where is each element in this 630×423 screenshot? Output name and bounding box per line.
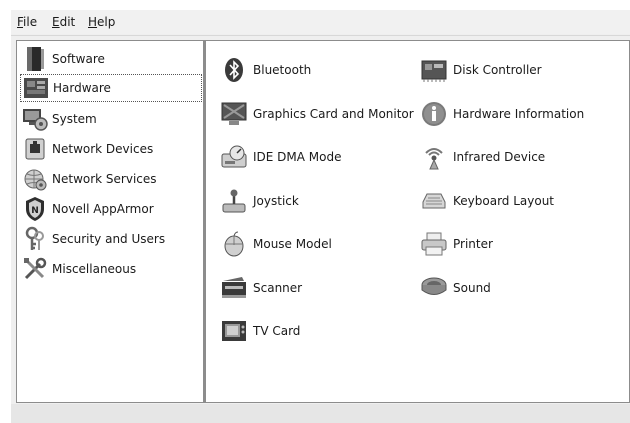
tv-card-icon — [220, 317, 248, 345]
menu-edit[interactable]: Edit — [52, 15, 75, 29]
category-label: Novell AppArmor — [52, 202, 154, 216]
module-label: IDE DMA Mode — [253, 150, 342, 164]
disk-controller-icon — [420, 56, 448, 84]
bluetooth-icon — [220, 56, 248, 84]
info-icon — [420, 100, 448, 128]
module-panel: Bluetooth Graphics Card and Monitor IDE … — [204, 40, 630, 403]
module-ide-dma-mode[interactable]: IDE DMA Mode — [220, 142, 342, 172]
network-devices-icon — [22, 136, 48, 162]
module-label: Mouse Model — [253, 237, 332, 251]
svg-text:N: N — [31, 206, 39, 216]
menu-file-label: ile — [23, 15, 38, 29]
network-services-icon — [22, 166, 48, 192]
category-security-and-users[interactable]: Security and Users — [20, 225, 202, 253]
menu-edit-mnemonic: E — [52, 15, 60, 29]
category-label: Network Services — [52, 172, 157, 186]
module-label: Joystick — [253, 194, 299, 208]
printer-icon — [420, 230, 448, 258]
menubar: File Edit Help — [11, 10, 630, 34]
module-label: Scanner — [253, 281, 303, 295]
system-icon — [22, 106, 48, 132]
apparmor-shield-icon: N — [22, 196, 48, 222]
category-label: Miscellaneous — [52, 262, 137, 276]
module-label: Infrared Device — [453, 150, 546, 164]
module-printer[interactable]: Printer — [420, 229, 493, 259]
category-label: Software — [52, 52, 105, 66]
category-network-services[interactable]: Network Services — [20, 165, 202, 193]
module-infrared-device[interactable]: Infrared Device — [420, 142, 545, 172]
module-label: Keyboard Layout — [453, 194, 555, 208]
menubar-divider — [11, 35, 630, 36]
module-label: Graphics Card and Monitor — [253, 107, 414, 121]
keyboard-icon — [420, 187, 448, 215]
module-label: Disk Controller — [453, 63, 542, 77]
hardware-icon — [23, 75, 49, 101]
module-graphics-card-and-monitor[interactable]: Graphics Card and Monitor — [220, 99, 414, 129]
module-scanner[interactable]: Scanner — [220, 273, 302, 303]
category-label: Network Devices — [52, 142, 154, 156]
ide-dma-icon — [220, 143, 248, 171]
module-hardware-information[interactable]: Hardware Information — [420, 99, 584, 129]
sound-icon — [420, 274, 448, 302]
status-bar — [11, 404, 630, 423]
category-label: Security and Users — [52, 232, 166, 246]
menu-file[interactable]: File — [17, 15, 37, 29]
joystick-icon — [220, 187, 248, 215]
menu-help[interactable]: Help — [88, 15, 115, 29]
category-label: System — [52, 112, 97, 126]
menu-help-mnemonic: H — [88, 15, 98, 29]
tools-icon — [22, 256, 48, 282]
menu-edit-label: dit — [59, 15, 76, 29]
category-network-devices[interactable]: Network Devices — [20, 135, 202, 163]
module-bluetooth[interactable]: Bluetooth — [220, 55, 311, 85]
category-label: Hardware — [53, 81, 111, 95]
monitor-icon — [220, 100, 248, 128]
category-software[interactable]: Software — [20, 45, 202, 73]
software-icon — [22, 46, 48, 72]
module-keyboard-layout[interactable]: Keyboard Layout — [420, 186, 554, 216]
module-sound[interactable]: Sound — [420, 273, 491, 303]
security-keys-icon — [22, 226, 48, 252]
yast-control-center-window: File Edit Help Software Hardware System — [11, 10, 630, 423]
category-system[interactable]: System — [20, 105, 202, 133]
module-label: Hardware Information — [453, 107, 585, 121]
category-miscellaneous[interactable]: Miscellaneous — [20, 255, 202, 283]
module-tv-card[interactable]: TV Card — [220, 316, 300, 346]
scanner-icon — [220, 274, 248, 302]
module-label: Sound — [453, 281, 491, 295]
mouse-icon — [220, 230, 248, 258]
category-novell-apparmor[interactable]: N Novell AppArmor — [20, 195, 202, 223]
module-mouse-model[interactable]: Mouse Model — [220, 229, 332, 259]
category-list: Software Hardware System Network Devices — [16, 40, 204, 403]
infrared-icon — [420, 143, 448, 171]
module-label: Bluetooth — [253, 63, 312, 77]
menu-help-label: elp — [97, 15, 116, 29]
module-joystick[interactable]: Joystick — [220, 186, 299, 216]
module-label: TV Card — [253, 324, 301, 338]
module-label: Printer — [453, 237, 493, 251]
module-disk-controller[interactable]: Disk Controller — [420, 55, 542, 85]
category-hardware[interactable]: Hardware — [20, 74, 202, 102]
